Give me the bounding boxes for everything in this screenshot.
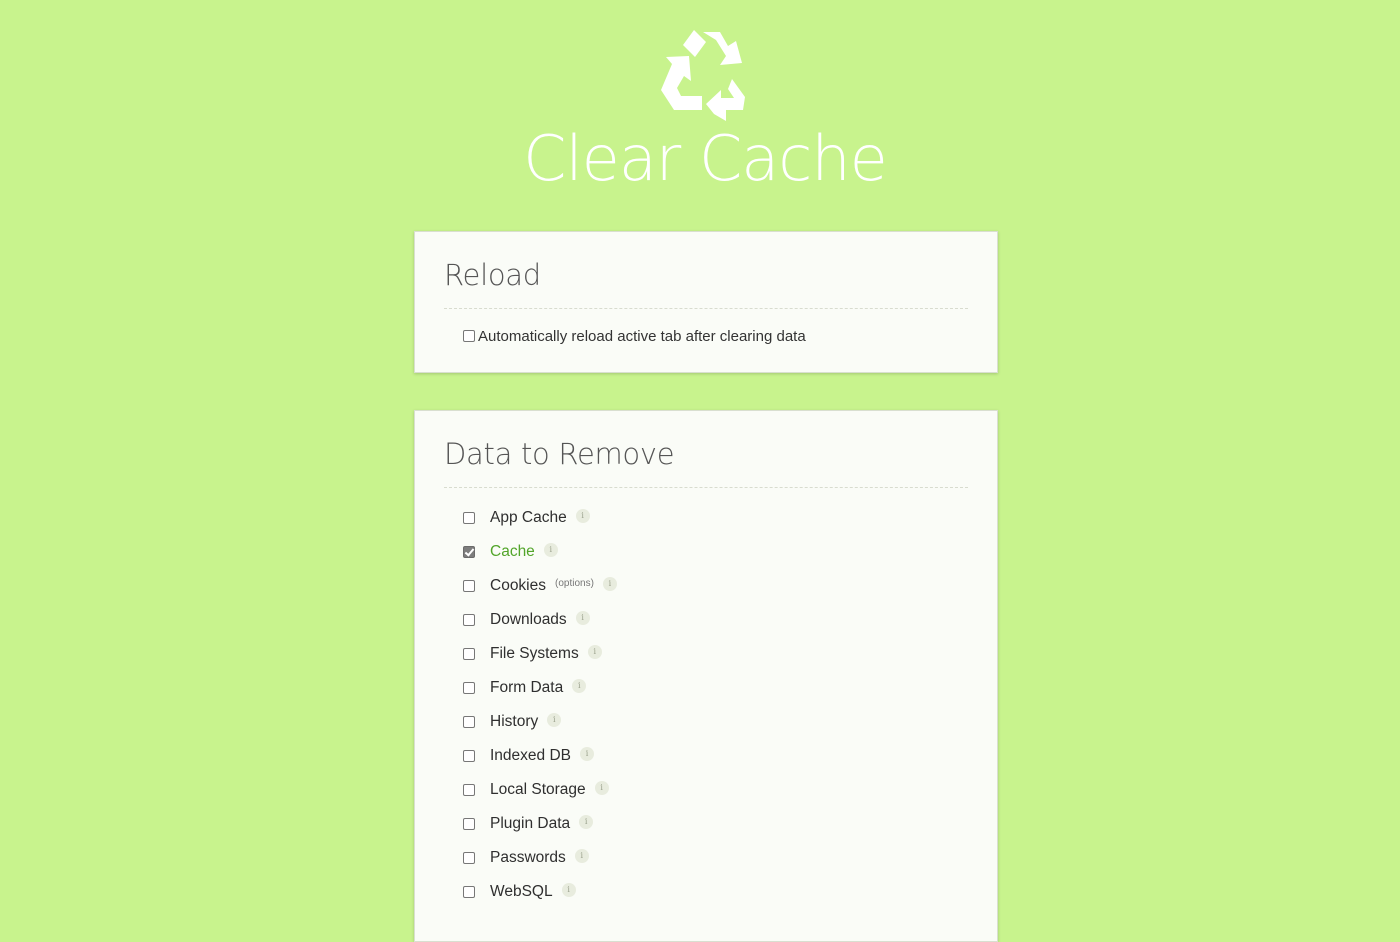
data-to-remove-card: Data to Remove App Cache i Cache i Cookies (o… bbox=[414, 410, 998, 942]
data-item-app-cache[interactable]: App Cache i bbox=[463, 501, 963, 535]
data-item-passwords[interactable]: Passwords i bbox=[463, 841, 963, 875]
data-item-local-storage[interactable]: Local Storage i bbox=[463, 773, 963, 807]
info-icon[interactable]: i bbox=[574, 849, 589, 863]
info-icon[interactable]: i bbox=[587, 645, 602, 659]
local-storage-label: Local Storage bbox=[490, 781, 586, 798]
cookies-options-link[interactable]: (options) bbox=[555, 578, 594, 589]
passwords-label: Passwords bbox=[490, 849, 566, 866]
file-systems-label: File Systems bbox=[490, 645, 579, 662]
app-cache-checkbox[interactable] bbox=[463, 512, 475, 524]
cookies-label: Cookies bbox=[490, 577, 546, 594]
info-icon[interactable]: i bbox=[575, 509, 590, 523]
info-icon[interactable]: i bbox=[575, 611, 590, 625]
info-icon[interactable]: i bbox=[594, 781, 609, 795]
data-item-plugin-data[interactable]: Plugin Data i bbox=[463, 807, 963, 841]
data-item-history[interactable]: History i bbox=[463, 705, 963, 739]
data-item-cookies[interactable]: Cookies (options) i bbox=[463, 569, 963, 603]
form-data-label: Form Data bbox=[490, 679, 564, 696]
auto-reload-label: Automatically reload active tab after cl… bbox=[478, 327, 806, 345]
data-item-downloads[interactable]: Downloads i bbox=[463, 603, 963, 637]
auto-reload-checkbox[interactable] bbox=[463, 330, 475, 342]
data-item-indexed-db[interactable]: Indexed DB i bbox=[463, 739, 963, 773]
cookies-checkbox[interactable] bbox=[463, 580, 475, 592]
info-icon[interactable]: i bbox=[561, 883, 576, 897]
data-type-list: App Cache i Cache i Cookies (options) i Downloa… bbox=[463, 501, 963, 909]
data-item-file-systems[interactable]: File Systems i bbox=[463, 637, 963, 671]
downloads-label: Downloads bbox=[490, 611, 567, 628]
plugin-data-checkbox[interactable] bbox=[463, 818, 475, 830]
info-icon[interactable]: i bbox=[580, 747, 594, 761]
passwords-checkbox[interactable] bbox=[463, 852, 475, 864]
data-to-remove-title: Data to Remove bbox=[444, 437, 675, 471]
reload-card: Reload Automatically reload active tab a… bbox=[414, 231, 998, 373]
divider bbox=[444, 308, 968, 309]
reload-title: Reload bbox=[444, 258, 541, 292]
app-cache-label: App Cache bbox=[490, 509, 567, 526]
indexed-db-checkbox[interactable] bbox=[463, 750, 475, 762]
form-data-checkbox[interactable] bbox=[463, 682, 475, 694]
cache-checkbox[interactable] bbox=[463, 546, 475, 558]
history-checkbox[interactable] bbox=[463, 716, 475, 728]
plugin-data-label: Plugin Data bbox=[490, 815, 571, 832]
data-item-websql[interactable]: WebSQL i bbox=[463, 875, 963, 909]
auto-reload-option[interactable]: Automatically reload active tab after cl… bbox=[463, 326, 806, 346]
data-item-cache[interactable]: Cache i bbox=[463, 535, 963, 569]
info-icon[interactable]: i bbox=[572, 679, 587, 693]
header: Clear Cache bbox=[0, 0, 1400, 200]
downloads-checkbox[interactable] bbox=[463, 614, 475, 626]
indexed-db-label: Indexed DB bbox=[490, 747, 571, 764]
info-icon[interactable]: i bbox=[543, 543, 558, 557]
info-icon[interactable]: i bbox=[579, 815, 594, 829]
file-systems-checkbox[interactable] bbox=[463, 648, 475, 660]
websql-checkbox[interactable] bbox=[463, 886, 475, 898]
data-item-form-data[interactable]: Form Data i bbox=[463, 671, 963, 705]
local-storage-checkbox[interactable] bbox=[463, 784, 475, 796]
info-icon[interactable]: i bbox=[602, 577, 617, 591]
history-label: History bbox=[490, 713, 539, 730]
info-icon[interactable]: i bbox=[547, 713, 562, 727]
cache-label: Cache bbox=[490, 543, 535, 560]
recycle-icon bbox=[661, 30, 745, 121]
divider bbox=[444, 487, 968, 488]
websql-label: WebSQL bbox=[490, 883, 553, 900]
app-title: Clear Cache bbox=[523, 122, 888, 195]
